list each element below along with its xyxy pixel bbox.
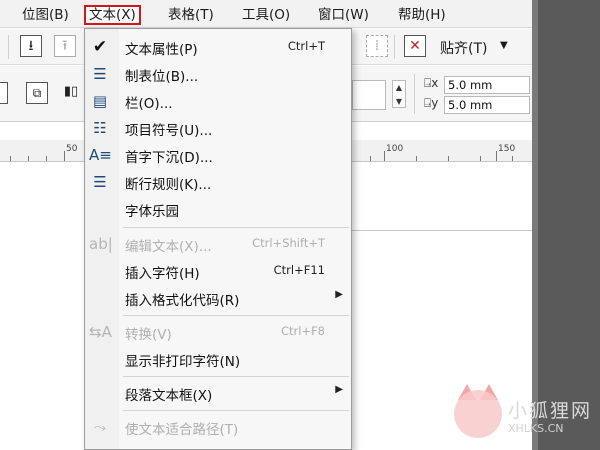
menu-separator [123, 315, 349, 316]
ruler-label: 100 [386, 144, 404, 154]
ruler-tick [46, 156, 47, 161]
menu-item-label: 制表位(B)... [125, 69, 199, 85]
tab-stops-icon: ☰ [93, 65, 107, 83]
page-guide-line [350, 230, 532, 231]
menu-text[interactable]: 文本(X) [84, 5, 141, 25]
menu-item-label: 使文本适合路径(T) [125, 422, 239, 438]
edit-text-icon: ab| [89, 235, 113, 253]
submenu-arrow-icon: ▶ [335, 289, 343, 300]
ruler-tick [28, 156, 29, 161]
drop-cap-icon: A≡ [89, 146, 112, 164]
bullet-list-icon: ☷ [93, 119, 107, 137]
ruler-tick [416, 156, 417, 161]
menu-item-font-playground[interactable]: 字体乐园 [85, 195, 351, 222]
chevron-down-icon[interactable]: ▼ [500, 40, 508, 51]
offset-x-icon: ⍈x [424, 76, 439, 90]
submenu-arrow-icon: ▶ [335, 384, 343, 395]
text-menu-dropdown: ✔ 文本属性(P) Ctrl+T ☰ 制表位(B)... ▤ 栏(O)... ☷… [84, 28, 352, 450]
offset-y-input[interactable]: 5.0 mm [444, 96, 530, 114]
menu-item-edit-text[interactable]: ab| 编辑文本(X)... Ctrl+Shift+T [85, 230, 351, 257]
menu-item-text-properties[interactable]: ✔ 文本属性(P) Ctrl+T [85, 33, 351, 60]
fit-path-icon: ⤳ [93, 418, 106, 436]
menu-bitmap[interactable]: 位图(B) [18, 5, 73, 25]
size-spinner[interactable]: ▲ ▼ [392, 80, 406, 108]
ruler-label: 150 [498, 144, 516, 154]
ruler-tick [10, 156, 11, 161]
menu-item-label: 转换(V) [125, 327, 172, 343]
menu-item-shortcut: Ctrl+Shift+T [252, 236, 325, 250]
checkmark-icon: ✔ [92, 37, 108, 57]
menu-item-shortcut: Ctrl+T [287, 39, 325, 53]
menu-item-label: 显示非打印字符(N) [125, 354, 241, 370]
snap-off-icon[interactable]: ✕ [404, 35, 426, 57]
line-break-icon: ☰ [93, 173, 107, 191]
menu-item-insert-formatting-code[interactable]: 插入格式化代码(R) ▶ [85, 284, 351, 311]
ruler-tick [480, 156, 481, 161]
watermark-name: 小狐狸网 [508, 400, 593, 422]
toolbar-divider [8, 35, 9, 59]
menu-item-bullets[interactable]: ☷ 项目符号(U)... [85, 114, 351, 141]
menu-item-columns[interactable]: ▤ 栏(O)... [85, 87, 351, 114]
watermark-url: XHLKS.CN [508, 422, 564, 435]
menu-separator [123, 227, 349, 228]
ruler-tick [448, 156, 449, 161]
menu-item-show-nonprinting[interactable]: 显示非打印字符(N) [85, 345, 351, 372]
menu-item-label: 文本属性(P) [125, 42, 198, 58]
import-icon[interactable]: ⭳ [20, 35, 42, 57]
ruler-tick [384, 151, 385, 161]
snap-to-label[interactable]: 贴齐(T) [440, 38, 487, 58]
menu-item-drop-cap[interactable]: A≡ 首字下沉(D)... [85, 141, 351, 168]
snap-grid-icon[interactable]: ⁞ [366, 35, 388, 57]
menu-item-label: 断行规则(K)... [125, 177, 212, 193]
menu-item-tab-stops[interactable]: ☰ 制表位(B)... [85, 60, 351, 87]
menu-item-shortcut: Ctrl+F8 [280, 324, 325, 338]
group-icon[interactable]: ⧉ [26, 82, 48, 104]
offset-x-input[interactable]: 5.0 mm [444, 76, 530, 94]
columns-icon: ▤ [92, 92, 108, 110]
menu-item-label: 首字下沉(D)... [125, 150, 213, 166]
menu-item-label: 字体乐园 [125, 204, 179, 220]
menu-tools[interactable]: 工具(O) [238, 5, 294, 25]
menu-item-label: 插入字符(H) [125, 266, 200, 282]
menu-help[interactable]: 帮助(H) [394, 5, 450, 25]
menu-item-label: 栏(O)... [125, 96, 173, 112]
menu-item-label: 项目符号(U)... [125, 123, 213, 139]
vertical-scrollbar[interactable] [532, 0, 538, 450]
menu-item-paragraph-frame[interactable]: 段落文本框(X) ▶ [85, 379, 351, 406]
menu-item-line-break-rules[interactable]: ☰ 断行规则(K)... [85, 168, 351, 195]
size-input[interactable] [352, 80, 386, 110]
shape-icon[interactable] [0, 82, 8, 104]
toolbar-divider [394, 35, 395, 59]
ruler-tick [64, 151, 65, 161]
menu-table[interactable]: 表格(T) [164, 5, 218, 25]
watermark: 小狐狸网 XHLKS.CN [440, 384, 600, 450]
menu-window[interactable]: 窗口(W) [314, 5, 373, 25]
export-icon[interactable]: ⭱ [54, 35, 76, 57]
menu-separator [123, 376, 349, 377]
ruler-tick [370, 156, 371, 161]
ruler-tick [496, 151, 497, 161]
ruler-tick [512, 156, 513, 161]
menu-item-shortcut: Ctrl+F11 [273, 263, 325, 277]
ruler-label: 50 [66, 144, 78, 154]
menu-item-convert[interactable]: ⇆A 转换(V) Ctrl+F8 [85, 318, 351, 345]
menu-item-label: 编辑文本(X)... [125, 239, 212, 255]
fox-logo-icon [454, 390, 502, 438]
menu-item-insert-symbol[interactable]: 插入字符(H) Ctrl+F11 [85, 257, 351, 284]
align-bars-icon[interactable]: ▮▯ [60, 82, 82, 104]
menu-item-fit-text-to-path[interactable]: ⤳ 使文本适合路径(T) [85, 413, 351, 440]
right-panel [532, 0, 600, 450]
offset-y-icon: ⍈y [424, 96, 439, 110]
menu-item-label: 插入格式化代码(R) [125, 293, 240, 309]
toolbar-divider [414, 74, 415, 114]
menu-bar: 位图(B) 文本(X) 表格(T) 工具(O) 窗口(W) 帮助(H) [0, 0, 532, 28]
menu-item-label: 段落文本框(X) [125, 388, 213, 404]
menu-separator [123, 410, 349, 411]
convert-icon: ⇆A [89, 323, 112, 341]
